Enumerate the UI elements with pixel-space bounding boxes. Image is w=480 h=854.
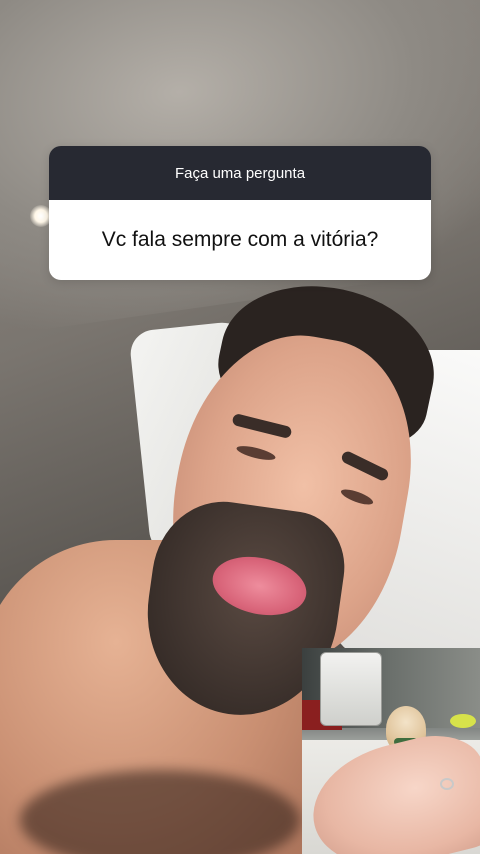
question-text: Vc fala sempre com a vitória? [49, 200, 431, 280]
inset-suitcase [320, 652, 382, 726]
inset-toy [450, 714, 476, 728]
inset-ring [440, 778, 454, 790]
question-sticker[interactable]: Faça uma pergunta Vc fala sempre com a v… [49, 146, 431, 280]
question-sticker-header: Faça uma pergunta [49, 146, 431, 200]
inset-video[interactable] [302, 648, 480, 854]
